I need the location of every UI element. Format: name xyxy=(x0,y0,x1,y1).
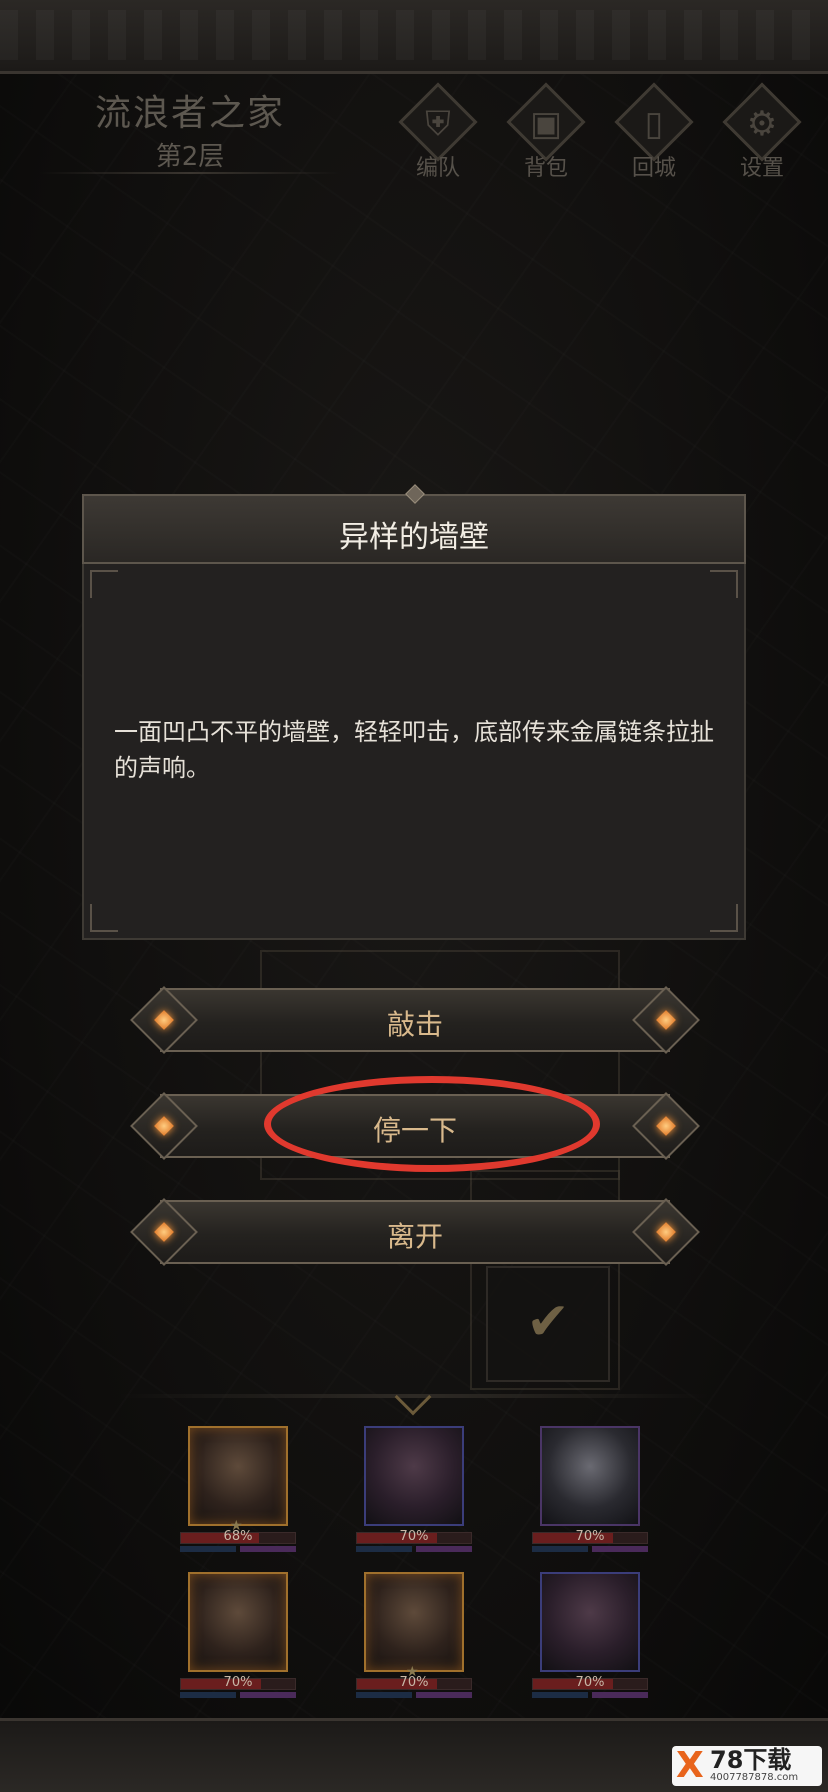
hp-bar: 68% xyxy=(180,1529,296,1544)
hp-text: 70% xyxy=(399,1675,429,1690)
hp-bar: 70% xyxy=(532,1675,648,1690)
confirm-panel[interactable]: ✔ xyxy=(486,1266,610,1382)
corner-ornament xyxy=(710,570,738,598)
hp-bar: 70% xyxy=(356,1675,472,1690)
menu-label: 编队 xyxy=(415,156,460,181)
dialog-text: 一面凹凸不平的墙壁，轻轻叩击，底部传来金属链条拉扯的声响。 xyxy=(114,718,714,782)
event-dialog: 异样的墙壁 一面凹凸不平的墙壁，轻轻叩击，底部传来金属链条拉扯的声响。 xyxy=(82,484,746,944)
sp-bar xyxy=(416,1692,472,1698)
choice-label: 敲击 xyxy=(386,1008,443,1041)
corner-ornament xyxy=(90,570,118,598)
menu-button-return-town[interactable]: ▯ 回城 xyxy=(604,82,704,181)
sp-bar xyxy=(240,1546,296,1552)
location-name: 流浪者之家 xyxy=(94,93,285,134)
hero-slot[interactable]: 70% xyxy=(518,1572,648,1712)
menu-label: 回城 xyxy=(631,156,676,181)
mp-bar xyxy=(180,1546,236,1552)
backpack-icon: ▣ xyxy=(529,104,563,144)
menu-button-team[interactable]: ⛨ 编队 xyxy=(388,82,488,181)
hero-portrait xyxy=(364,1572,464,1672)
hp-text: 70% xyxy=(399,1529,429,1544)
hero-portrait xyxy=(364,1426,464,1526)
choice-label: 离开 xyxy=(386,1220,443,1253)
dialog-body: 一面凹凸不平的墙壁，轻轻叩击，底部传来金属链条拉扯的声响。 xyxy=(82,564,746,940)
top-bar xyxy=(0,0,828,74)
dialog-header: 异样的墙壁 xyxy=(82,484,746,564)
highlight-circle xyxy=(264,1076,600,1172)
location-underline xyxy=(40,172,340,174)
gear-icon: ⚙ xyxy=(746,104,778,144)
hp-text: 68% xyxy=(223,1529,253,1544)
menu-label: 设置 xyxy=(739,156,784,181)
corner-ornament xyxy=(90,904,118,932)
hero-slot[interactable]: ★ 70% xyxy=(342,1572,472,1712)
hero-portrait xyxy=(188,1572,288,1672)
corner-ornament xyxy=(710,904,738,932)
hero-slot[interactable]: 70% xyxy=(518,1426,648,1566)
mp-bar xyxy=(356,1692,412,1698)
mp-bar xyxy=(356,1546,412,1552)
checkmark-icon: ✔ xyxy=(526,1292,570,1352)
sp-bar xyxy=(416,1546,472,1552)
helmet-icon: ⛨ xyxy=(425,104,451,144)
hero-portrait xyxy=(540,1572,640,1672)
hp-text: 70% xyxy=(575,1675,605,1690)
sp-bar xyxy=(592,1692,648,1698)
menu-button-settings[interactable]: ⚙ 设置 xyxy=(712,82,812,181)
floor-label: 第2层 xyxy=(155,142,225,172)
hp-bar: 70% xyxy=(356,1529,472,1544)
mp-bar xyxy=(532,1692,588,1698)
site-watermark: X 78下载 4007787878.com xyxy=(672,1746,822,1786)
hero-slot[interactable]: 70% xyxy=(166,1572,296,1712)
door-icon: ▯ xyxy=(644,104,664,144)
hero-portrait xyxy=(540,1426,640,1526)
dialog-title: 异样的墙壁 xyxy=(339,520,489,555)
hero-portrait xyxy=(188,1426,288,1526)
hero-slot[interactable]: 70% xyxy=(342,1426,472,1566)
location-header: 流浪者之家 第2层 xyxy=(30,84,350,178)
watermark-logo: X xyxy=(676,1745,704,1786)
hero-slot[interactable]: ★ 68% xyxy=(166,1426,296,1566)
watermark-text: 78下载 xyxy=(710,1746,792,1774)
sp-bar xyxy=(592,1546,648,1552)
sp-bar xyxy=(240,1692,296,1698)
hp-bar: 70% xyxy=(532,1529,648,1544)
choice-button-leave[interactable]: 离开 xyxy=(130,1196,700,1268)
menu-button-backpack[interactable]: ▣ 背包 xyxy=(496,82,596,181)
hp-text: 70% xyxy=(223,1675,253,1690)
hp-text: 70% xyxy=(575,1529,605,1544)
choice-button-knock[interactable]: 敲击 xyxy=(130,984,700,1056)
hp-bar: 70% xyxy=(180,1675,296,1690)
mp-bar xyxy=(180,1692,236,1698)
menu-label: 背包 xyxy=(523,156,568,181)
watermark-url: 4007787878.com xyxy=(710,1772,799,1783)
mp-bar xyxy=(532,1546,588,1552)
